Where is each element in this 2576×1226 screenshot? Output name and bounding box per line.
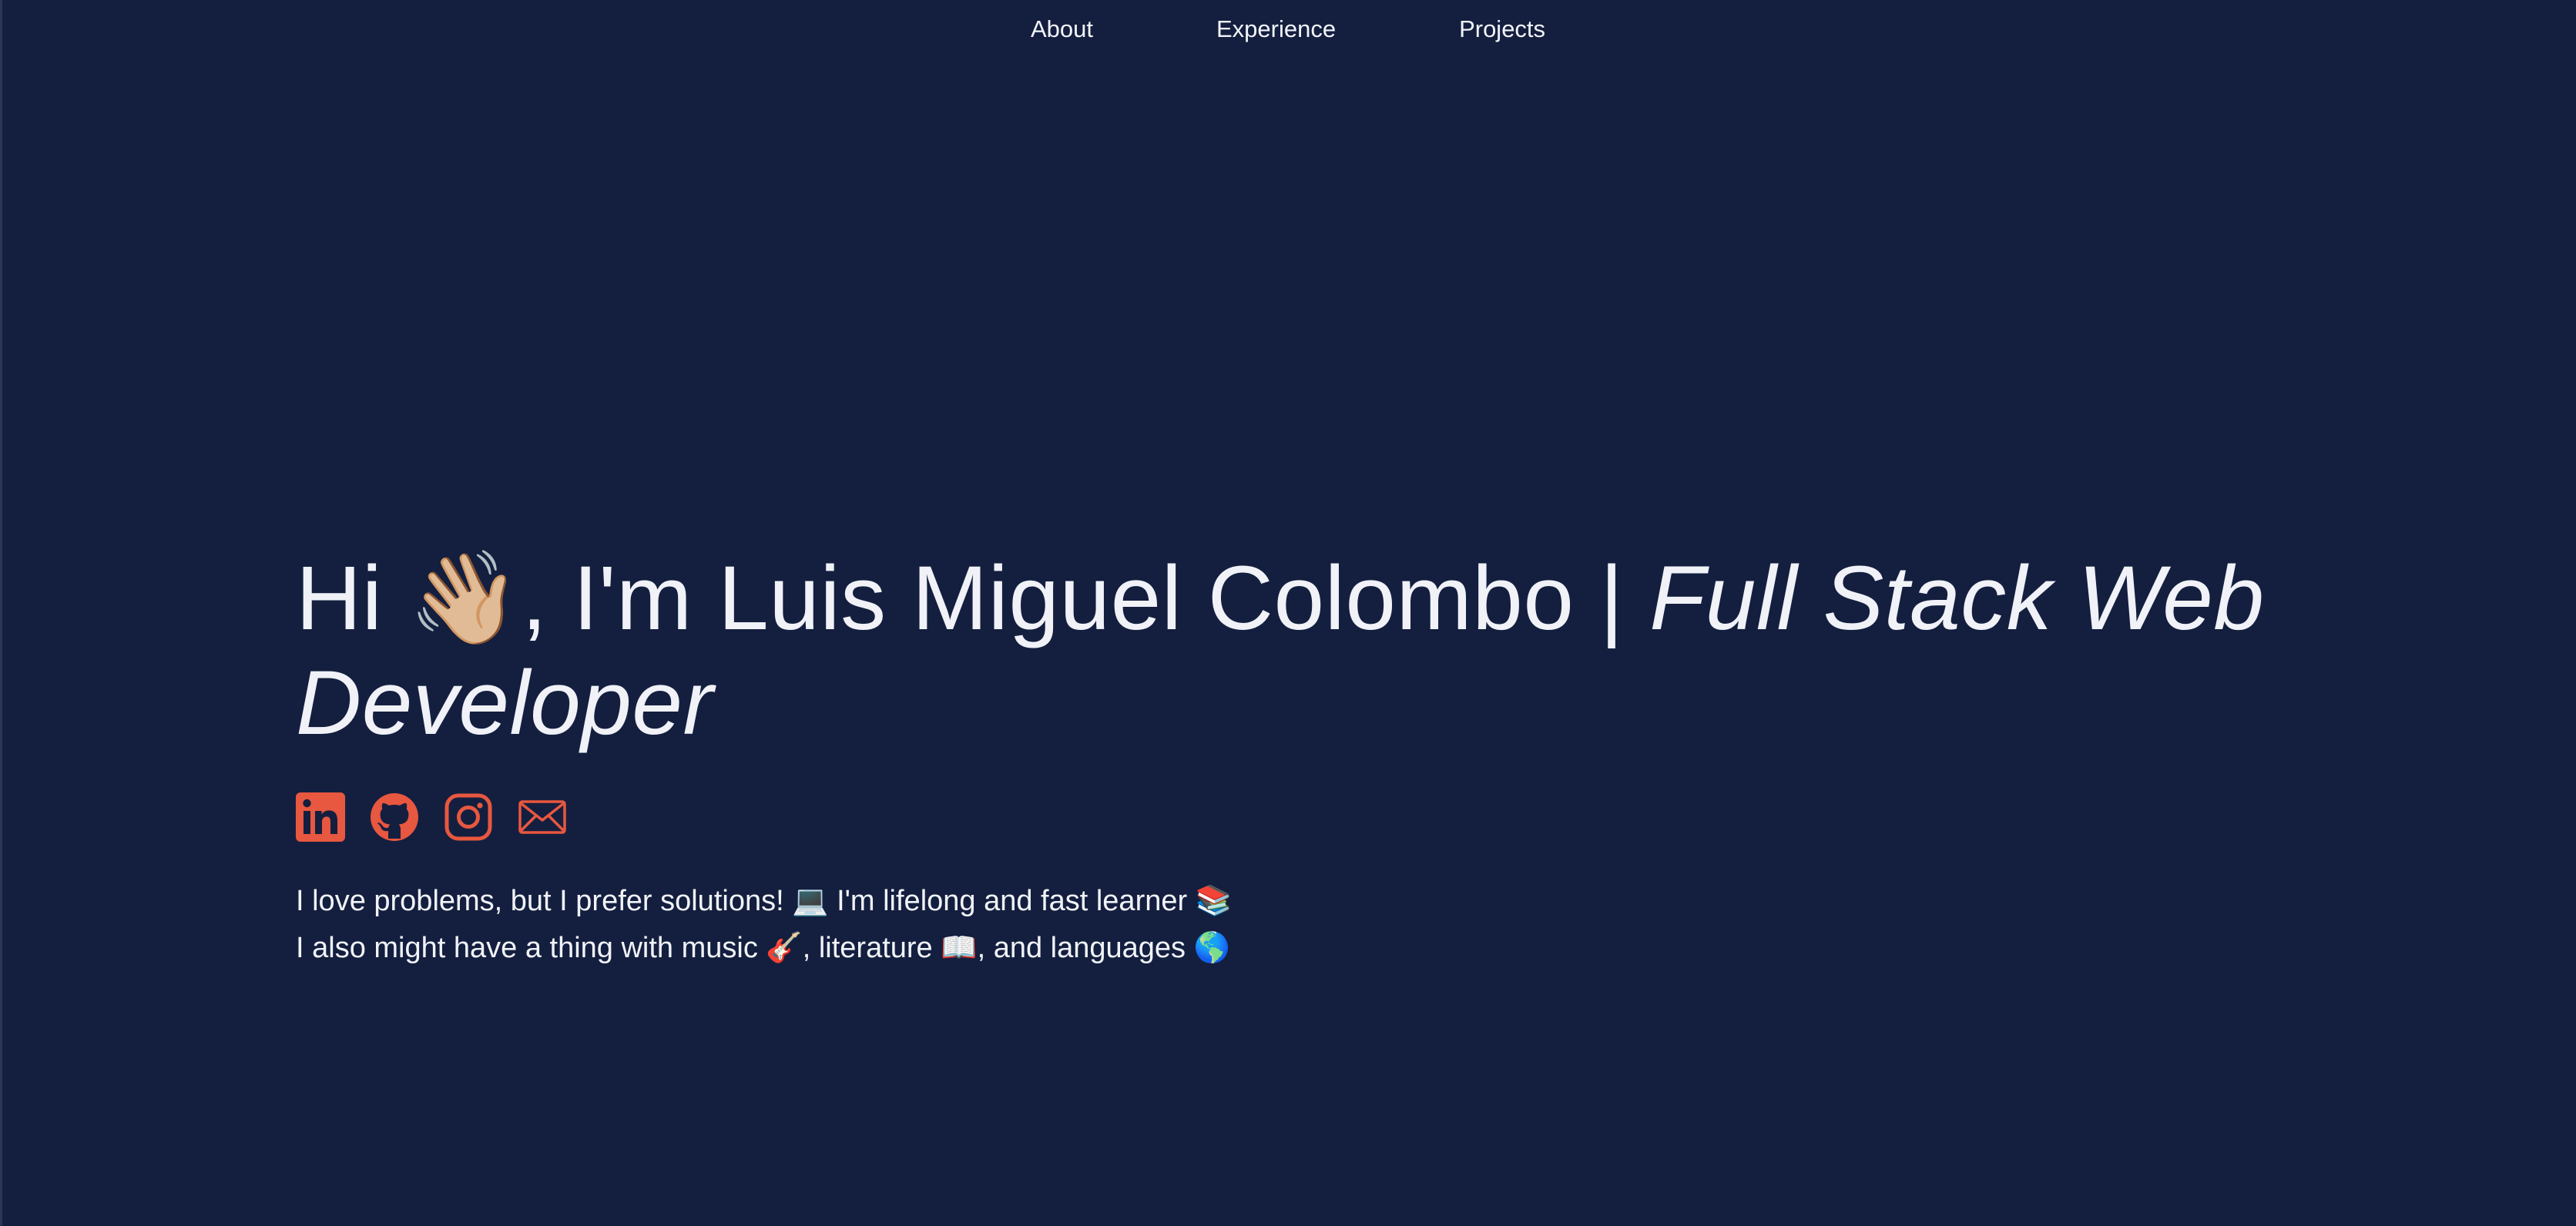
instagram-icon — [444, 793, 492, 841]
bio-line-1: I love problems, but I prefer solutions!… — [296, 877, 2329, 924]
bio-line-2-text-2: , literature — [802, 932, 941, 964]
email-link[interactable] — [518, 792, 567, 842]
top-navigation: About Experience Projects — [0, 0, 2576, 59]
bio-line-1-text-2: I'm lifelong and fast learner — [828, 885, 1196, 917]
bio-text: I love problems, but I prefer solutions!… — [296, 877, 2329, 971]
github-icon — [371, 793, 418, 841]
linkedin-link[interactable] — [296, 792, 345, 842]
bio-line-1-text: I love problems, but I prefer solutions! — [296, 885, 793, 917]
open-book-icon: 📖 — [941, 930, 978, 964]
hero-section: Hi 👋🏼, I'm Luis Miguel Colombo | Full St… — [296, 545, 2329, 971]
greeting-text: Hi — [296, 548, 408, 649]
bio-line-2: I also might have a thing with music 🎸, … — [296, 924, 2329, 971]
guitar-icon: 🎸 — [766, 930, 803, 964]
bio-line-2-text: I also might have a thing with music — [296, 932, 766, 964]
laptop-icon: 💻 — [792, 883, 829, 917]
linkedin-icon — [296, 792, 345, 842]
nav-link-projects[interactable]: Projects — [1397, 0, 1607, 59]
left-border — [0, 0, 2, 1226]
globe-icon: 🌎 — [1193, 930, 1230, 964]
name-text: , I'm Luis Miguel Colombo | — [522, 548, 1650, 649]
waving-hand-icon: 👋🏼 — [408, 544, 522, 651]
books-icon: 📚 — [1195, 883, 1233, 917]
nav-link-experience[interactable]: Experience — [1155, 0, 1397, 59]
instagram-link[interactable] — [444, 792, 493, 842]
github-link[interactable] — [370, 792, 419, 842]
bio-line-2-text-3: , and languages — [977, 932, 1194, 964]
portfolio-page: About Experience Projects Hi 👋🏼, I'm Lui… — [0, 0, 2576, 1226]
mail-icon — [518, 800, 566, 834]
nav-link-about[interactable]: About — [969, 0, 1155, 59]
hero-heading: Hi 👋🏼, I'm Luis Miguel Colombo | Full St… — [296, 545, 2329, 755]
social-links — [296, 792, 2329, 842]
